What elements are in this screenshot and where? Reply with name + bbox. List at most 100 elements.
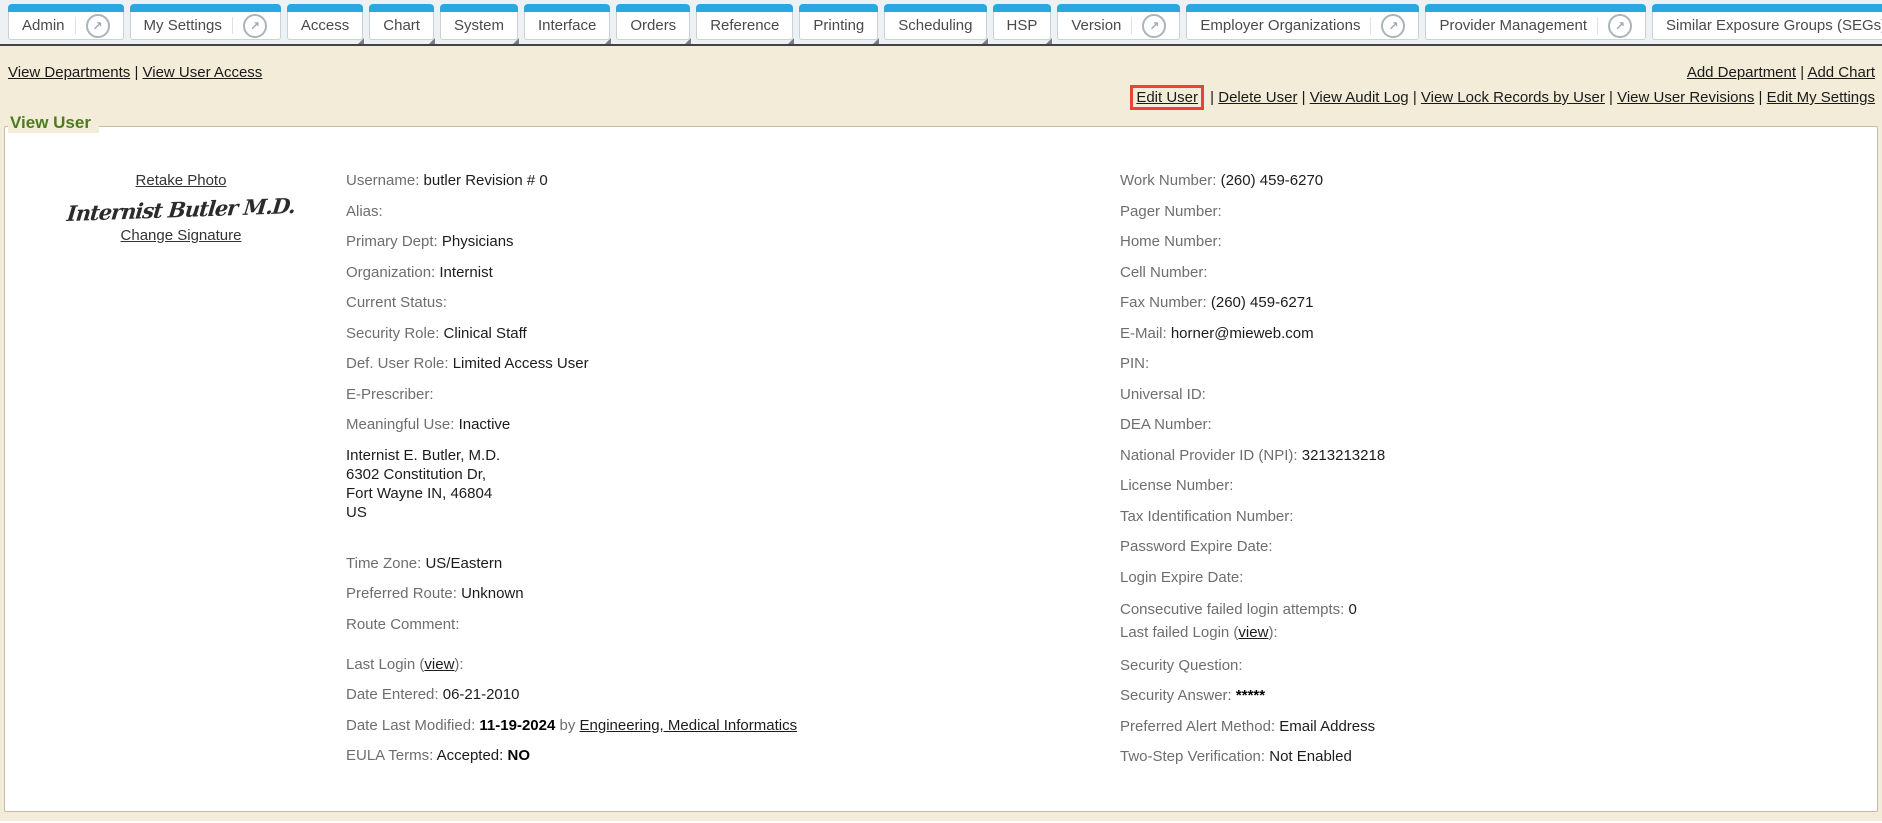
address-line: 6302 Constitution Dr, xyxy=(346,465,1106,484)
field-label: E-Mail: xyxy=(1120,325,1171,342)
admin-tab-bar: Admin↗ My Settings ↗ Access Chart System Inter… xyxy=(0,0,1882,44)
field-label: Consecutive failed login attempts: xyxy=(1120,601,1348,618)
field-label: DEA Number: xyxy=(1120,416,1212,433)
link-engineering-medical-informatics[interactable]: Engineering, Medical Informatics xyxy=(580,717,798,734)
field-label: Meaningful Use: xyxy=(346,416,459,433)
mailing-address: Internist E. Butler, M.D.6302 Constituti… xyxy=(346,446,1106,522)
tab-label: My Settings xyxy=(144,17,233,34)
field-label: PIN: xyxy=(1120,355,1149,372)
link-view[interactable]: view xyxy=(424,656,454,673)
field-label: Pager Number: xyxy=(1120,203,1222,220)
tab-interface[interactable]: Interface xyxy=(524,12,610,40)
field-row: E-Prescriber: xyxy=(346,385,1106,404)
field-label: Tax Identification Number: xyxy=(1120,508,1293,525)
tab-hsp[interactable]: HSP xyxy=(993,12,1052,40)
link-view-user-revisions[interactable]: View User Revisions xyxy=(1617,89,1754,106)
field-row: DEA Number: xyxy=(1120,415,1870,434)
page-title: View User xyxy=(8,113,99,133)
field-row: EULA Terms: Accepted: NO xyxy=(346,746,1106,765)
link-view-departments[interactable]: View Departments xyxy=(8,64,130,81)
field-row: Def. User Role: Limited Access User xyxy=(346,354,1106,373)
link-view-audit-log[interactable]: View Audit Log xyxy=(1310,89,1409,106)
field-group: Last Login (view): Date Entered: 06-21-20… xyxy=(346,655,1106,766)
field-label: Alias: xyxy=(346,203,383,220)
field-row: Security Answer: ***** xyxy=(1120,686,1870,705)
link-delete-user[interactable]: Delete User xyxy=(1218,89,1297,106)
tab-access[interactable]: Access xyxy=(287,12,363,40)
address-line: US xyxy=(346,503,1106,522)
field-group: Security Question: Security Answer: *****… xyxy=(1120,656,1870,767)
field-row: Time Zone: US/Eastern xyxy=(346,554,1106,573)
field-row: Date Entered: 06-21-2010 xyxy=(346,685,1106,704)
tab-label: Scheduling xyxy=(898,17,972,34)
view-user-panel: Retake Photo Internist Butler M.D. Chang… xyxy=(4,126,1878,812)
field-row: Home Number: xyxy=(1120,232,1870,251)
tab-my-settings[interactable]: My Settings ↗ xyxy=(130,12,281,40)
tab-printing[interactable]: Printing xyxy=(799,12,878,40)
field-value: Physicians xyxy=(442,233,514,250)
field-label: E-Prescriber: xyxy=(346,386,434,403)
tab-system[interactable]: System xyxy=(440,12,518,40)
field-group: National Provider ID (NPI): 3213213218Li… xyxy=(1120,446,1870,526)
external-link-icon[interactable]: ↗ xyxy=(1381,14,1405,38)
tab-label: System xyxy=(454,17,504,34)
field-row: Current Status: xyxy=(346,293,1106,312)
link-view[interactable]: view xyxy=(1238,624,1268,641)
field-label: Current Status: xyxy=(346,294,447,311)
field-value: Unknown xyxy=(461,585,524,602)
field-row: Pager Number: xyxy=(1120,202,1870,221)
main-content-area: View Departments | View User Access Add … xyxy=(0,44,1882,821)
field-label: Def. User Role: xyxy=(346,355,453,372)
field-label: Password Expire Date: xyxy=(1120,538,1273,555)
tab-scheduling[interactable]: Scheduling xyxy=(884,12,986,40)
field-label: Last failed Login ( xyxy=(1120,624,1238,641)
view-links-bar: View Departments | View User Access xyxy=(8,64,262,81)
field-label: by xyxy=(555,717,579,734)
external-link-icon[interactable]: ↗ xyxy=(243,14,267,38)
field-row: Login Expire Date: xyxy=(1120,568,1870,587)
tab-provider-management[interactable]: Provider Management ↗ xyxy=(1425,12,1646,40)
external-link-icon[interactable]: ↗ xyxy=(1142,14,1166,38)
field-row: Last Login (view): xyxy=(346,655,1106,674)
external-link-icon[interactable]: ↗ xyxy=(86,14,110,38)
tab-label: Printing xyxy=(813,17,864,34)
change-signature-link[interactable]: Change Signature xyxy=(121,226,242,245)
field-label: National Provider ID (NPI): xyxy=(1120,447,1302,464)
tab-admin[interactable]: Admin↗ xyxy=(8,12,124,40)
tab-label: Provider Management xyxy=(1439,17,1598,34)
tab-reference[interactable]: Reference xyxy=(696,12,793,40)
tab-version[interactable]: Version↗ xyxy=(1057,12,1180,40)
user-details-left-column: Username: butler Revision # 0Alias:Prima… xyxy=(346,171,1106,777)
tab-employer-organizations[interactable]: Employer Organizations↗ xyxy=(1186,12,1419,40)
field-value: 0 xyxy=(1348,601,1356,618)
field-group: Work Number: (260) 459-6270Pager Number:… xyxy=(1120,171,1870,434)
tab-orders[interactable]: Orders xyxy=(616,12,690,40)
field-value: NO xyxy=(507,747,530,764)
retake-photo-link[interactable]: Retake Photo xyxy=(136,171,227,190)
link-add-chart[interactable]: Add Chart xyxy=(1807,64,1875,81)
tab-label: Access xyxy=(301,17,349,34)
field-row: E-Mail: horner@mieweb.com xyxy=(1120,324,1870,343)
link-view-lock-records-by-user[interactable]: View Lock Records by User xyxy=(1421,89,1605,106)
tab-label: Interface xyxy=(538,17,596,34)
tab-similar-exposure-groups-segs[interactable]: Similar Exposure Groups (SEGs)↗ xyxy=(1652,12,1882,40)
separator: | xyxy=(1409,89,1421,106)
link-add-department[interactable]: Add Department xyxy=(1687,64,1796,81)
field-row: Route Comment: xyxy=(346,615,1106,634)
link-view-user-access[interactable]: View User Access xyxy=(143,64,263,81)
field-row: Security Role: Clinical Staff xyxy=(346,324,1106,343)
field-label: Organization: xyxy=(346,264,439,281)
link-edit-user[interactable]: Edit User xyxy=(1130,85,1204,110)
field-label: ): xyxy=(454,656,463,673)
link-edit-my-settings[interactable]: Edit My Settings xyxy=(1767,89,1875,106)
tab-chart[interactable]: Chart xyxy=(369,12,434,40)
external-link-icon[interactable]: ↗ xyxy=(1608,14,1632,38)
field-label: Login Expire Date: xyxy=(1120,569,1243,586)
field-row: Security Question: xyxy=(1120,656,1870,675)
field-label: Two-Step Verification: xyxy=(1120,748,1269,765)
field-label: Universal ID: xyxy=(1120,386,1206,403)
tab-label: Chart xyxy=(383,17,420,34)
field-label: Date Entered: xyxy=(346,686,443,703)
field-label: License Number: xyxy=(1120,477,1233,494)
separator: | xyxy=(1297,89,1309,106)
